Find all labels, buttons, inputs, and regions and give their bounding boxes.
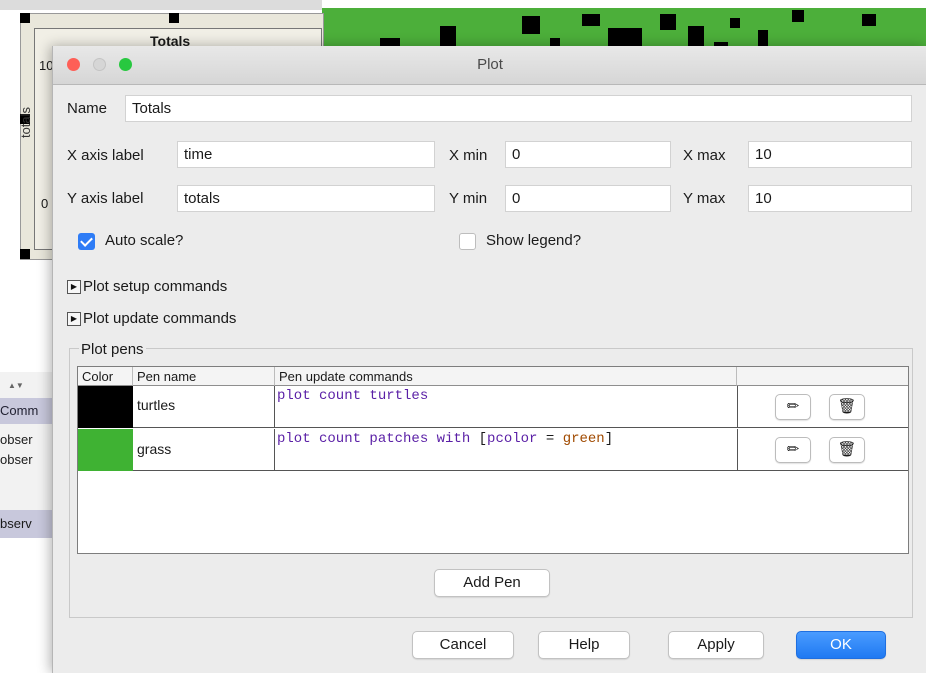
auto-scale-label[interactable]: Auto scale? <box>105 232 183 249</box>
column-header-color[interactable]: Color <box>78 367 133 386</box>
ymax-field[interactable]: 10 <box>748 185 912 212</box>
pen-color-swatch[interactable] <box>78 429 133 471</box>
pen-command-cell[interactable]: plot count turtles <box>275 386 737 428</box>
edit-pen-button[interactable]: ✏ <box>775 394 811 420</box>
trash-icon: 🗑 <box>837 398 857 415</box>
background-plot-ylabel: totals <box>18 106 34 139</box>
plot-update-commands-toggle[interactable]: Plot update commands <box>83 310 236 327</box>
triangle-right-icon[interactable]: ▶ <box>67 280 81 294</box>
pen-command-bracket: [ <box>478 431 488 447</box>
pen-actions-cell: ✏ 🗑 <box>737 386 908 428</box>
pen-name-cell[interactable]: grass <box>133 429 275 471</box>
ok-button[interactable]: OK <box>796 631 886 659</box>
delete-pen-button[interactable]: 🗑 <box>829 394 865 420</box>
apply-button[interactable]: Apply <box>668 631 764 659</box>
pen-actions-cell: ✏ 🗑 <box>737 429 908 471</box>
ymax-label: Y max <box>683 190 726 207</box>
cancel-button[interactable]: Cancel <box>412 631 514 659</box>
plot-pens-label: Plot pens <box>79 341 146 358</box>
command-center-panel <box>0 372 60 522</box>
app-toolbar-strip <box>0 0 322 10</box>
show-legend-checkbox[interactable] <box>459 233 476 250</box>
plot-dialog: Plot Name Totals X axis label time X min… <box>52 46 926 673</box>
xmax-field[interactable]: 10 <box>748 141 912 168</box>
auto-scale-checkbox[interactable] <box>78 233 95 250</box>
xmin-label: X min <box>449 147 488 164</box>
y-axis-label-field[interactable]: totals <box>177 185 435 212</box>
trash-icon: 🗑 <box>837 441 857 458</box>
pen-command-bracket: ] <box>604 431 614 447</box>
title-bar[interactable]: Plot <box>53 46 926 85</box>
observer-input[interactable]: bserv <box>0 510 60 538</box>
delete-pen-button[interactable]: 🗑 <box>829 437 865 463</box>
column-header-pen-name[interactable]: Pen name <box>133 367 275 386</box>
command-center-header[interactable]: Comm <box>0 398 60 424</box>
edit-pen-button[interactable]: ✏ <box>775 437 811 463</box>
plot-setup-commands-toggle[interactable]: Plot setup commands <box>83 278 227 295</box>
pen-command-text: plot count patches with <box>277 431 479 447</box>
pen-command-variable: pcolor <box>487 431 538 447</box>
add-pen-button[interactable]: Add Pen <box>434 569 550 597</box>
pen-command-operator: = <box>537 431 563 447</box>
xmin-field[interactable]: 0 <box>505 141 671 168</box>
xmax-label: X max <box>683 147 726 164</box>
command-history-line: obser <box>0 452 33 467</box>
help-button[interactable]: Help <box>538 631 630 659</box>
pen-command-constant: green <box>562 431 605 447</box>
pens-table: Color Pen name Pen update commands turtl… <box>77 366 909 554</box>
column-header-actions <box>737 367 908 386</box>
column-header-pen-update-commands[interactable]: Pen update commands <box>275 367 737 386</box>
pen-command-text: plot count turtles <box>277 388 429 404</box>
ymin-field[interactable]: 0 <box>505 185 671 212</box>
name-label: Name <box>67 100 108 117</box>
y-axis-label-label: Y axis label <box>67 190 144 207</box>
pencil-icon: ✏ <box>786 398 800 415</box>
dialog-title: Plot <box>477 56 503 73</box>
pencil-icon: ✏ <box>786 441 800 458</box>
resize-arrows-icon[interactable]: ▲▼ <box>8 381 24 390</box>
show-legend-label[interactable]: Show legend? <box>486 232 581 249</box>
pen-color-swatch[interactable] <box>78 386 133 428</box>
ymin-label: Y min <box>449 190 488 207</box>
triangle-right-icon[interactable]: ▶ <box>67 312 81 326</box>
name-field[interactable]: Totals <box>125 95 912 122</box>
x-axis-label-field[interactable]: time <box>177 141 435 168</box>
background-plot-ymin: 0 <box>41 196 49 211</box>
pen-command-cell[interactable]: plot count patches with [pcolor = green] <box>275 429 737 471</box>
x-axis-label-label: X axis label <box>67 147 144 164</box>
pen-name-cell[interactable]: turtles <box>133 386 275 428</box>
command-history-line: obser <box>0 432 33 447</box>
